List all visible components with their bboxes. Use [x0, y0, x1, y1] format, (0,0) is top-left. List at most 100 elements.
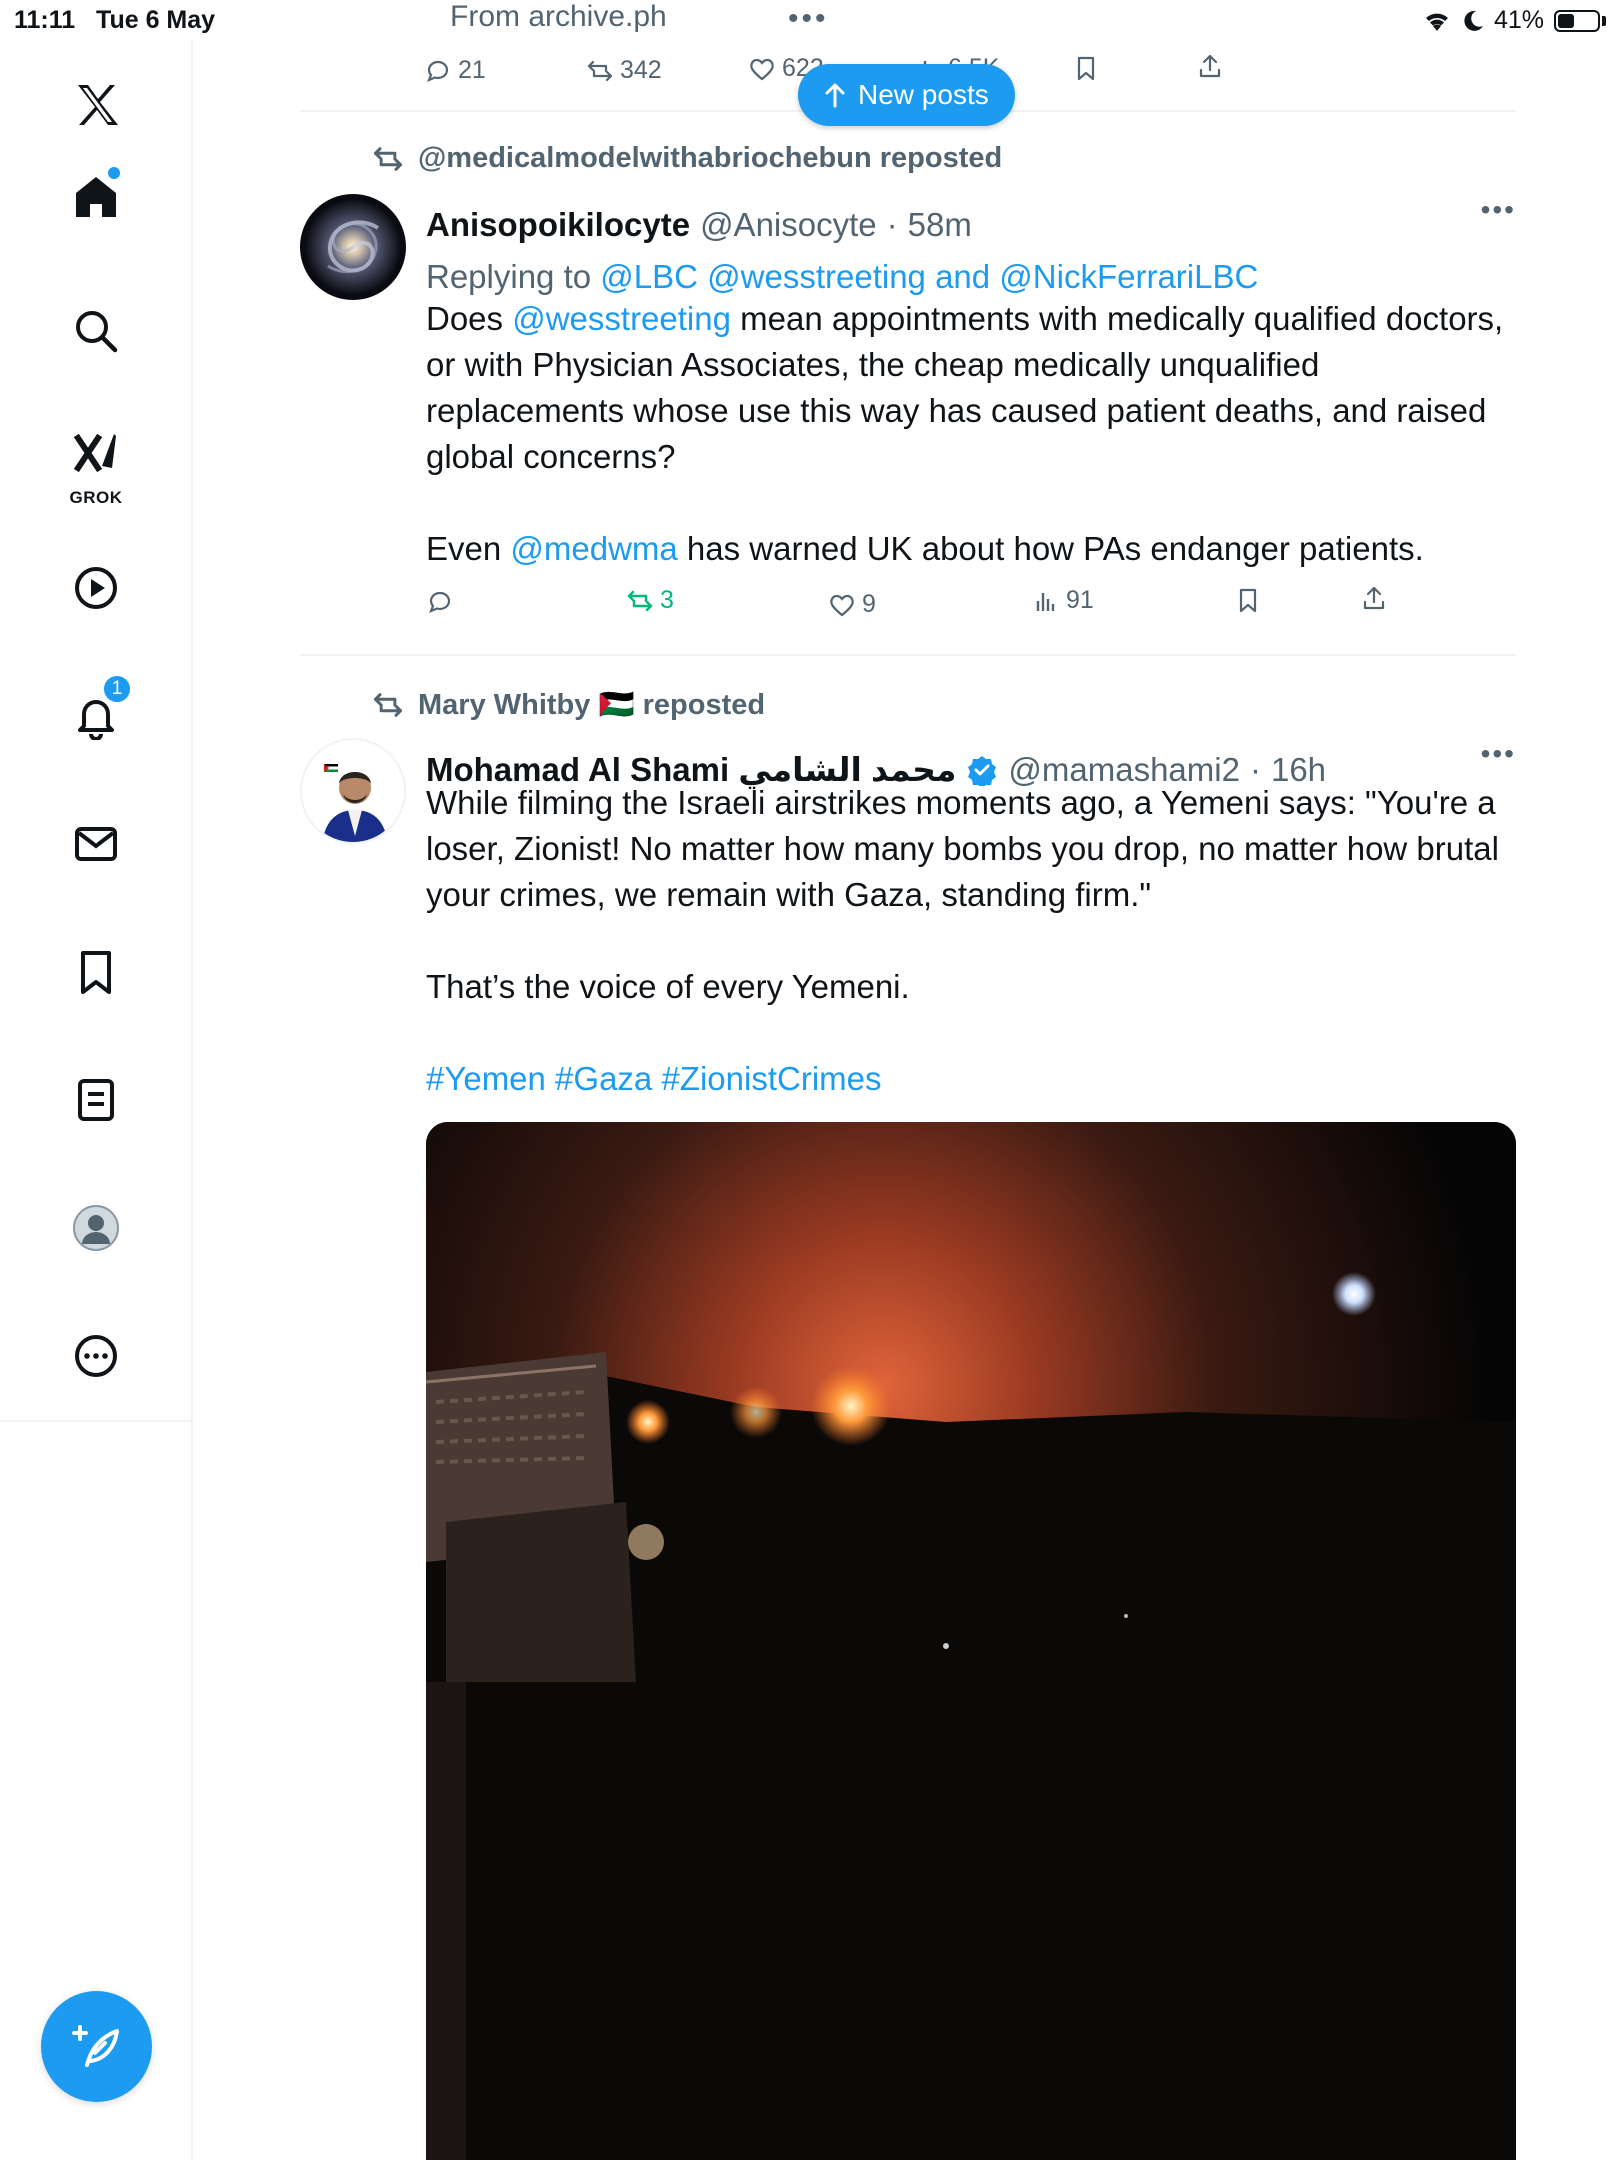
bookmark-icon	[1239, 588, 1257, 613]
home-unread-dot	[108, 167, 120, 179]
sidebar-item-messages[interactable]	[56, 804, 136, 884]
tweet-paragraph: Does @wesstreeting mean appointments wit…	[426, 296, 1516, 480]
views-button[interactable]: 91	[1032, 586, 1094, 615]
more-circle-icon	[75, 1335, 117, 1377]
replying-to-prefix: Replying to	[426, 258, 592, 295]
repost-count: 3	[660, 586, 674, 614]
views-count: 91	[1066, 586, 1094, 614]
search-icon	[76, 311, 118, 353]
share-button[interactable]	[1196, 52, 1224, 80]
display-name[interactable]: Anisopoikilocyte	[426, 206, 690, 244]
text-segment: Even	[426, 530, 511, 567]
reply-icon	[427, 60, 449, 82]
battery-nub	[1602, 15, 1606, 26]
heart-icon	[830, 594, 854, 616]
sidebar: GROK 1	[0, 40, 193, 2160]
galaxy-avatar-image	[300, 194, 406, 300]
sidebar-item-notifications[interactable]: 1	[56, 674, 136, 756]
night-airstrike-video-frame	[426, 1122, 1516, 2160]
portrait-avatar-image	[302, 740, 404, 842]
tweet-header: Anisopoikilocyte @Anisocyte · 58m	[426, 206, 972, 244]
share-icon	[1199, 54, 1221, 78]
repost-icon	[587, 60, 613, 81]
heart-icon	[750, 58, 774, 80]
compose-post-button[interactable]	[41, 1991, 152, 2102]
sidebar-item-home[interactable]	[56, 157, 136, 237]
battery-fill	[1558, 13, 1574, 28]
x-logo-icon[interactable]	[56, 65, 136, 145]
grok-label: GROK	[69, 488, 123, 507]
repost-button[interactable]: 3	[626, 586, 674, 615]
avatar-anisopoikilocyte[interactable]	[300, 194, 406, 300]
top-more-dots[interactable]: •••	[788, 2, 829, 36]
new-posts-label: New posts	[858, 79, 989, 110]
video-media[interactable]	[426, 1122, 1516, 2160]
profile-avatar-icon	[73, 1205, 119, 1251]
battery-icon	[1554, 9, 1600, 32]
status-time-date: 11:11 Tue 6 May	[14, 6, 215, 35]
status-time: 11:11	[14, 6, 76, 34]
repost-icon	[627, 590, 653, 611]
sidebar-item-video[interactable]	[56, 548, 136, 628]
separator-dot: ·	[886, 206, 898, 243]
handle[interactable]: @Anisocyte	[700, 206, 877, 244]
mention-link[interactable]: @wesstreeting	[512, 300, 731, 337]
mention-link[interactable]: @medwma	[510, 530, 677, 567]
like-count: 9	[862, 590, 876, 618]
repost-button[interactable]: 342	[586, 56, 662, 85]
tweet-text: Does @wesstreeting mean appointments wit…	[426, 296, 1516, 572]
list-icon	[78, 1079, 114, 1121]
repost-attribution: @medicalmodelwithabriochebun reposted	[372, 142, 1002, 175]
text-segment: Does	[426, 300, 513, 337]
sidebar-item-profile[interactable]	[56, 1188, 136, 1268]
reply-button[interactable]	[426, 588, 454, 616]
sidebar-item-grok[interactable]: GROK	[56, 418, 136, 508]
sidebar-item-explore[interactable]	[56, 291, 136, 371]
like-button[interactable]: 9	[828, 590, 876, 619]
arrow-up-icon	[825, 83, 845, 108]
play-icon	[75, 567, 117, 609]
tweet-paragraph: While filming the Israeli airstrikes mom…	[426, 784, 1499, 913]
repost-count: 342	[620, 56, 662, 84]
grok-icon	[73, 433, 116, 473]
share-icon	[1363, 586, 1385, 610]
tweet-paragraph: Even @medwma has warned UK about how PAs…	[426, 526, 1516, 572]
sidebar-item-lists[interactable]	[56, 1060, 136, 1140]
tweet-source: From archive.ph	[450, 0, 667, 33]
sidebar-divider	[0, 1420, 193, 1422]
views-icon	[1036, 592, 1055, 611]
replying-to: Replying to @LBC @wesstreeting and @Nick…	[426, 258, 1258, 296]
tweet-paragraph: That’s the voice of every Yemeni.	[426, 968, 910, 1005]
timeline: From archive.ph ••• 21 342 622 6.5K New …	[300, 0, 1516, 2160]
sidebar-item-more[interactable]	[56, 1316, 136, 1396]
tweet-more-button[interactable]: •••	[1481, 194, 1516, 226]
timestamp[interactable]: 58m	[908, 206, 972, 244]
reply-button[interactable]: 21	[424, 56, 486, 85]
repost-icon	[373, 693, 403, 717]
status-date: Tue 6 May	[96, 6, 216, 34]
sidebar-item-bookmarks[interactable]	[56, 932, 136, 1012]
bookmark-button[interactable]	[1234, 586, 1262, 614]
replying-to-mentions[interactable]: @LBC @wesstreeting and @NickFerrariLBC	[600, 258, 1258, 295]
text-segment: has warned UK about how PAs endanger pat…	[677, 530, 1424, 567]
bookmark-icon	[81, 951, 111, 994]
reposted-by: Mary Whitby 🇵🇸 reposted	[418, 689, 766, 721]
tweet-more-button[interactable]: •••	[1481, 738, 1516, 770]
tweet-mohamad-al-shami[interactable]: Mary Whitby 🇵🇸 reposted Mohamad Al Shami…	[300, 656, 1516, 2160]
avatar-mohamad-al-shami[interactable]	[300, 738, 406, 844]
home-icon	[76, 177, 116, 217]
notifications-badge: 1	[102, 674, 132, 704]
share-button[interactable]	[1360, 584, 1388, 612]
reposted-by: @medicalmodelwithabriochebun reposted	[418, 142, 1003, 174]
bookmark-icon	[1077, 56, 1095, 81]
tweet-anisopoikilocyte[interactable]: @medicalmodelwithabriochebun reposted An…	[300, 112, 1516, 656]
repost-attribution: Mary Whitby 🇵🇸 reposted	[372, 688, 765, 722]
tweet-text: While filming the Israeli airstrikes mom…	[426, 780, 1516, 1102]
repost-icon	[373, 146, 403, 171]
reply-icon	[429, 591, 451, 614]
envelope-icon	[75, 827, 117, 861]
compose-feather-icon	[71, 2024, 119, 2067]
reply-count: 21	[458, 56, 486, 84]
hashtags[interactable]: #Yemen #Gaza #ZionistCrimes	[426, 1056, 1516, 1102]
bookmark-button[interactable]	[1072, 54, 1100, 82]
